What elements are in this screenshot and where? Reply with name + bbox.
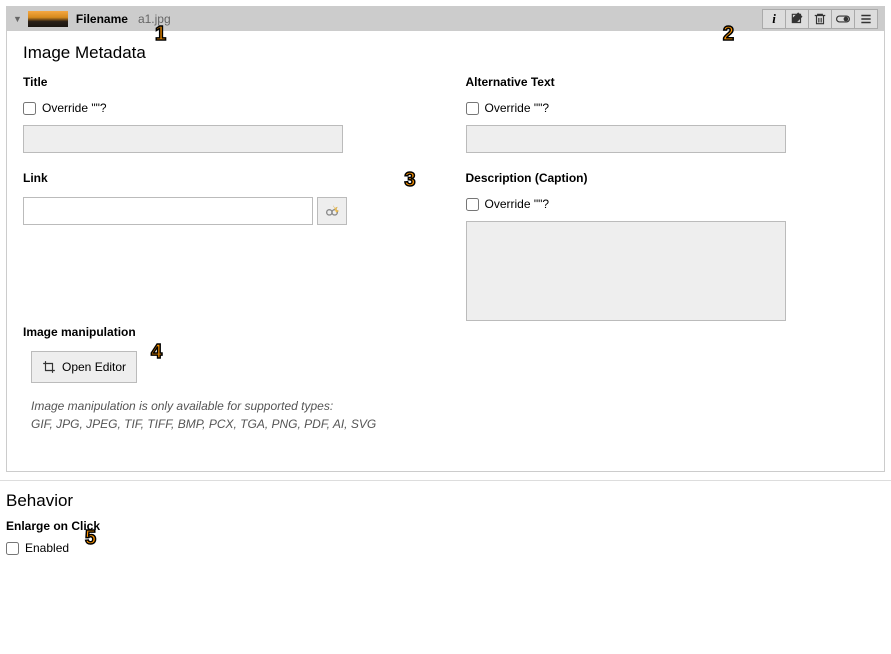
- right-column: Alternative Text Override ""? Descriptio…: [466, 75, 869, 451]
- header-toolbar: i: [763, 9, 878, 29]
- annotation-4: 4: [151, 341, 162, 364]
- link-wizard-icon: [324, 203, 340, 219]
- open-editor-label: Open Editor: [62, 360, 126, 374]
- description-override-row[interactable]: Override ""?: [466, 197, 869, 211]
- hamburger-icon: [859, 12, 873, 26]
- left-column: Title Override ""? Link 3: [23, 75, 426, 451]
- behavior-section: Behavior Enlarge on Click 5 Enabled: [0, 480, 891, 561]
- trash-icon: [813, 12, 827, 26]
- manipulation-help: Image manipulation is only available for…: [31, 397, 426, 433]
- info-button[interactable]: i: [762, 9, 786, 29]
- description-override-label: Override ""?: [485, 197, 550, 211]
- description-label: Description (Caption): [466, 171, 869, 185]
- image-thumbnail: [28, 11, 68, 27]
- title-override-label: Override ""?: [42, 101, 107, 115]
- image-metadata-panel: ▼ Filename a1.jpg 1 i 2 Image Metadata: [6, 6, 885, 472]
- alt-field-group: Alternative Text Override ""?: [466, 75, 869, 153]
- link-field-group: Link 3: [23, 171, 426, 225]
- toggle-button[interactable]: [831, 9, 855, 29]
- alt-input[interactable]: [466, 125, 786, 153]
- enabled-label: Enabled: [25, 541, 69, 555]
- collapse-toggle[interactable]: ▼: [13, 14, 22, 24]
- title-override-row[interactable]: Override ""?: [23, 101, 426, 115]
- panel-body: Image Metadata Title Override ""? Link 3: [7, 31, 884, 471]
- behavior-heading: Behavior: [6, 491, 885, 511]
- description-textarea[interactable]: [466, 221, 786, 321]
- edit-button[interactable]: [785, 9, 809, 29]
- link-input[interactable]: [23, 197, 313, 225]
- manipulation-group: Image manipulation 4 Open Editor Image m…: [23, 325, 426, 433]
- filename-label: Filename: [76, 12, 128, 26]
- alt-override-label: Override ""?: [485, 101, 550, 115]
- title-override-checkbox[interactable]: [23, 102, 36, 115]
- link-wizard-button[interactable]: [317, 197, 347, 225]
- manipulation-label: Image manipulation: [23, 325, 426, 339]
- metadata-heading: Image Metadata: [23, 43, 868, 63]
- title-field-group: Title Override ""?: [23, 75, 426, 153]
- title-input[interactable]: [23, 125, 343, 153]
- filename-value: a1.jpg: [138, 12, 171, 26]
- toggle-icon: [836, 12, 850, 26]
- description-field-group: Description (Caption) Override ""?: [466, 171, 869, 324]
- edit-icon: [790, 12, 804, 26]
- help-line-1: Image manipulation is only available for…: [31, 397, 426, 415]
- alt-label: Alternative Text: [466, 75, 869, 89]
- panel-header: ▼ Filename a1.jpg 1 i 2: [7, 7, 884, 31]
- description-override-checkbox[interactable]: [466, 198, 479, 211]
- enabled-checkbox[interactable]: [6, 542, 19, 555]
- link-label: Link: [23, 171, 426, 185]
- help-line-2: GIF, JPG, JPEG, TIF, TIFF, BMP, PCX, TGA…: [31, 415, 426, 433]
- enabled-row[interactable]: Enabled: [6, 541, 885, 555]
- info-icon: i: [772, 11, 776, 27]
- alt-override-row[interactable]: Override ""?: [466, 101, 869, 115]
- title-label: Title: [23, 75, 426, 89]
- alt-override-checkbox[interactable]: [466, 102, 479, 115]
- menu-button[interactable]: [854, 9, 878, 29]
- open-editor-button[interactable]: Open Editor: [31, 351, 137, 383]
- delete-button[interactable]: [808, 9, 832, 29]
- enlarge-label: Enlarge on Click: [6, 519, 885, 533]
- crop-icon: [42, 360, 56, 374]
